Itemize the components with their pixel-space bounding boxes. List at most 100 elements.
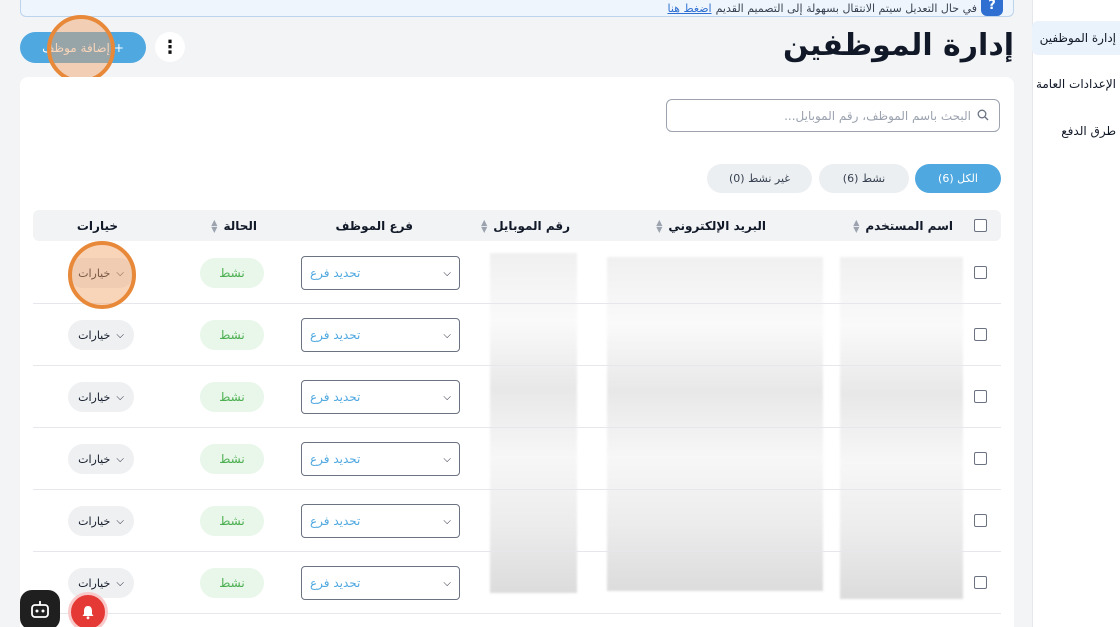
col-email[interactable]: البريد الإلكتروني ▲ ▼ — [656, 210, 766, 241]
banner-text: في حال التعديل سيتم الانتقال بسهولة إلى … — [715, 1, 977, 15]
employees-card: الكل (6) نشط (6) غير نشط (0) اسم المستخد… — [20, 77, 1014, 627]
table-row: ⌵ تحديد فرع نشط ⌵ خيارات — [33, 428, 1001, 490]
options-dropdown-button[interactable]: ⌵ خيارات — [68, 320, 134, 350]
col-options-label: خيارات — [76, 218, 118, 233]
page-title: إدارة الموظفين — [783, 28, 1014, 63]
status-badge: نشط — [200, 258, 264, 288]
options-dropdown-button[interactable]: ⌵ خيارات — [68, 506, 134, 536]
status-badge: نشط — [200, 506, 264, 536]
branch-select-label: تحديد فرع — [310, 328, 361, 342]
col-mobile-label: رقم الموبايل — [493, 218, 570, 233]
col-username[interactable]: اسم المستخدم ▲ ▼ — [853, 210, 953, 241]
add-employee-label: إضافة موظف — [42, 40, 110, 55]
col-status-label: الحالة — [223, 218, 257, 233]
table-row: ⌵ تحديد فرع نشط ⌵ خيارات — [33, 366, 1001, 428]
row-checkbox[interactable] — [974, 514, 987, 527]
branch-select-label: تحديد فرع — [310, 576, 361, 590]
chevron-down-icon: ⌵ — [443, 515, 451, 527]
chevron-down-icon: ⌵ — [443, 453, 451, 465]
col-options: خيارات — [77, 210, 118, 241]
branch-select[interactable]: ⌵ تحديد فرع — [301, 318, 460, 352]
search-icon — [977, 106, 989, 125]
filter-all-label: الكل (6) — [938, 172, 978, 185]
sidebar-item-settings[interactable]: الإعدادات العامة — [1032, 67, 1120, 101]
col-branch-label: فرع الموظف — [335, 218, 413, 233]
table-row: ⌵ تحديد فرع نشط ⌵ خيارات — [33, 304, 1001, 366]
branch-select-label: تحديد فرع — [310, 452, 361, 466]
options-label: خيارات — [78, 576, 111, 590]
branch-select-label: تحديد فرع — [310, 514, 361, 528]
sort-icon: ▲ ▼ — [211, 217, 218, 234]
filter-active[interactable]: نشط (6) — [819, 164, 909, 193]
bell-icon — [82, 606, 94, 620]
notification-bell-button[interactable] — [68, 592, 108, 627]
table-header: اسم المستخدم ▲ ▼ البريد الإلكتروني ▲ ▼ رقم… — [33, 210, 1001, 241]
branch-select[interactable]: ⌵ تحديد فرع — [301, 380, 460, 414]
row-checkbox[interactable] — [974, 328, 987, 341]
sidebar-item-label: طرق الدفع — [1061, 124, 1116, 138]
add-employee-button[interactable]: + إضافة موظف — [20, 32, 146, 63]
table-row: ⌵ تحديد فرع نشط ⌵ خيارات — [33, 490, 1001, 552]
filter-all[interactable]: الكل (6) — [915, 164, 1001, 193]
chevron-down-icon: ⌵ — [116, 515, 124, 527]
branch-select-label: تحديد فرع — [310, 390, 361, 404]
info-icon: ? — [981, 0, 1003, 16]
options-dropdown-button[interactable]: ⌵ خيارات — [68, 444, 134, 474]
options-label: خيارات — [78, 266, 111, 280]
chevron-down-icon: ⌵ — [116, 329, 124, 341]
col-username-label: اسم المستخدم — [865, 218, 953, 233]
sort-icon: ▲ ▼ — [656, 217, 663, 234]
options-dropdown-button[interactable]: ⌵ خيارات — [68, 258, 134, 288]
col-email-label: البريد الإلكتروني — [668, 218, 766, 233]
select-all-checkbox[interactable] — [974, 219, 987, 232]
sidebar-item-payment[interactable]: طرق الدفع — [1032, 114, 1120, 148]
options-label: خيارات — [78, 514, 111, 528]
branch-select[interactable]: ⌵ تحديد فرع — [301, 566, 460, 600]
row-checkbox[interactable] — [974, 576, 987, 589]
banner-link[interactable]: اضغط هنا — [667, 2, 711, 15]
sidebar: إدارة الموظفين الإعدادات العامة طرق الدف… — [1032, 0, 1120, 627]
status-badge: نشط — [200, 382, 264, 412]
sidebar-item-employees[interactable]: إدارة الموظفين — [1032, 21, 1120, 55]
status-badge: نشط — [200, 320, 264, 350]
options-label: خيارات — [78, 452, 111, 466]
col-status[interactable]: الحالة ▲ ▼ — [211, 210, 257, 241]
row-checkbox[interactable] — [974, 452, 987, 465]
col-mobile[interactable]: رقم الموبايل ▲ ▼ — [481, 210, 570, 241]
info-banner: ? في حال التعديل سيتم الانتقال بسهولة إل… — [20, 0, 1014, 17]
table-row: ⌵ تحديد فرع نشط ⌵ خيارات — [33, 242, 1001, 304]
filter-active-label: نشط (6) — [842, 172, 886, 185]
chevron-down-icon: ⌵ — [116, 453, 124, 465]
options-label: خيارات — [78, 328, 111, 342]
robot-icon — [31, 601, 49, 618]
sort-icon: ▲ ▼ — [853, 217, 860, 234]
filter-inactive-label: غير نشط (0) — [728, 172, 791, 185]
chevron-down-icon: ⌵ — [443, 391, 451, 403]
col-branch: فرع الموظف — [336, 210, 413, 241]
chat-widget-button[interactable] — [20, 590, 60, 627]
sidebar-item-label: إدارة الموظفين — [1039, 31, 1116, 45]
sidebar-item-label: الإعدادات العامة — [1035, 77, 1116, 91]
status-badge: نشط — [200, 444, 264, 474]
search-box — [666, 99, 1000, 132]
sort-icon: ▲ ▼ — [481, 217, 488, 234]
branch-select-label: تحديد فرع — [310, 266, 361, 280]
status-badge: نشط — [200, 568, 264, 598]
options-label: خيارات — [78, 390, 111, 404]
branch-select[interactable]: ⌵ تحديد فرع — [301, 504, 460, 538]
row-checkbox[interactable] — [974, 266, 987, 279]
chevron-down-icon: ⌵ — [443, 267, 451, 279]
row-checkbox[interactable] — [974, 390, 987, 403]
kebab-icon: ⋮ — [161, 36, 179, 58]
chevron-down-icon: ⌵ — [116, 577, 124, 589]
options-dropdown-button[interactable]: ⌵ خيارات — [68, 382, 134, 412]
branch-select[interactable]: ⌵ تحديد فرع — [301, 256, 460, 290]
chevron-down-icon: ⌵ — [116, 267, 124, 279]
branch-select[interactable]: ⌵ تحديد فرع — [301, 442, 460, 476]
filter-inactive[interactable]: غير نشط (0) — [707, 164, 812, 193]
search-input[interactable] — [667, 100, 971, 131]
plus-icon: + — [113, 40, 124, 55]
chevron-down-icon: ⌵ — [443, 329, 451, 341]
more-options-button[interactable]: ⋮ — [155, 32, 185, 62]
chevron-down-icon: ⌵ — [443, 577, 451, 589]
